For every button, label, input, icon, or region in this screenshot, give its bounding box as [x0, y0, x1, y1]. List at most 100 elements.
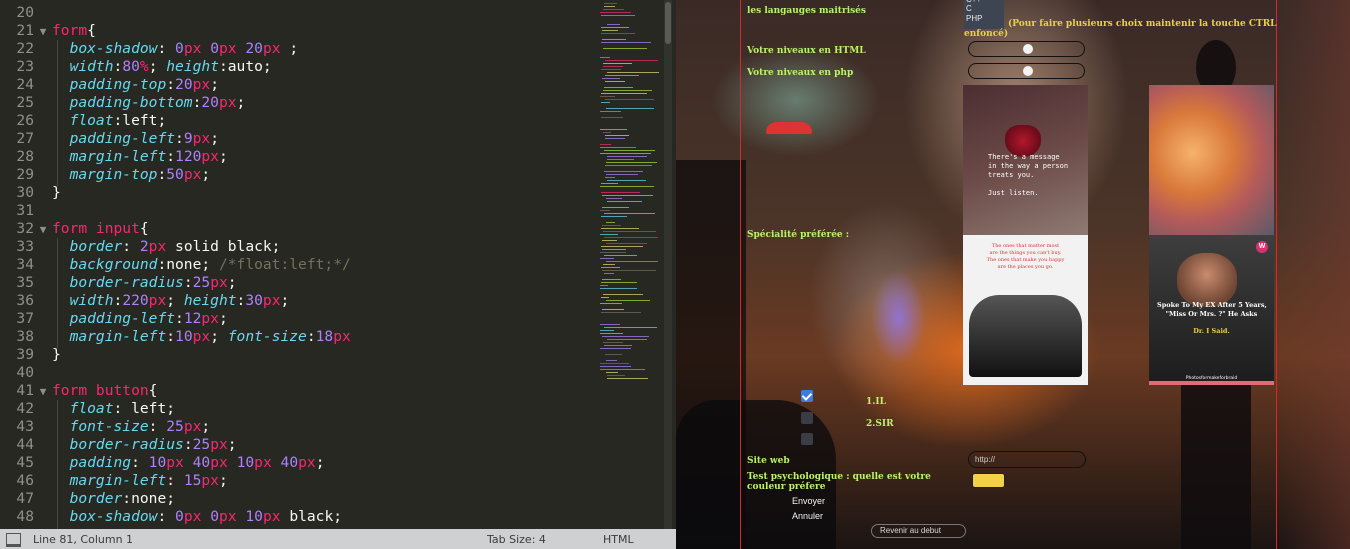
code-line[interactable]: 40 [0, 364, 596, 382]
minimap-line [601, 192, 640, 193]
code-line[interactable]: 33 border: 2px solid black; [0, 238, 596, 256]
code-editor[interactable]: 20 21 ▼ form{22 box-shadow: 0px 0px 20px ; 2… [0, 0, 676, 529]
code-token: px [148, 238, 167, 255]
code-line[interactable]: 35 border-radius:25px; [0, 274, 596, 292]
code-token: margin-left [69, 472, 167, 489]
languages-select[interactable]: C++ C PHP [964, 0, 1004, 29]
code-line[interactable]: 39} [0, 346, 596, 364]
minimap-line [602, 195, 653, 196]
gummy-candy-image[interactable] [1149, 85, 1274, 235]
code-token: 20 [175, 76, 193, 93]
minimap[interactable] [596, 0, 662, 529]
code-token: : left; [113, 400, 176, 417]
code-line[interactable]: 25 padding-bottom:20px; [0, 94, 596, 112]
minimap-line [605, 165, 652, 166]
code-line[interactable]: 38 margin-left:10px; font-size:18px [0, 328, 596, 346]
scrollbar-thumb[interactable] [665, 2, 671, 44]
code-line[interactable]: 21 ▼ form{ [0, 22, 596, 40]
line-number: 24 [16, 76, 34, 93]
fold-arrow-icon[interactable]: ▼ [34, 23, 52, 41]
syntax-indicator[interactable]: HTML [603, 533, 634, 546]
languages-option[interactable]: PHP [964, 14, 1004, 24]
code-token: px [183, 40, 202, 57]
code-token: solid black; [166, 238, 281, 255]
fold-arrow-icon[interactable]: ▼ [34, 221, 52, 239]
code-line[interactable]: 23 width:80%; height:auto; [0, 58, 596, 76]
minimap-line [604, 6, 615, 7]
submit-button[interactable]: Envoyer [792, 496, 825, 506]
code-token: : [148, 418, 167, 435]
code-token: ; [218, 148, 228, 165]
checkbox-third[interactable] [801, 433, 813, 445]
languages-option[interactable]: C [964, 4, 1004, 14]
code-line[interactable]: 31 [0, 202, 596, 220]
panel-toggle-icon[interactable] [6, 533, 21, 547]
code-token: 10 [236, 454, 255, 471]
code-line[interactable]: 26 float:left; [0, 112, 596, 130]
tab-size-indicator[interactable]: Tab Size: 4 [487, 533, 546, 546]
minimap-line [602, 240, 617, 241]
code-line[interactable]: 24 padding-top:20px; [0, 76, 596, 94]
code-line[interactable]: 43 font-size: 25px; [0, 418, 596, 436]
back-to-top-button[interactable]: Revenir au debut [871, 524, 966, 538]
minimap-line [604, 255, 637, 256]
code-line[interactable]: 29 margin-top:50px; [0, 166, 596, 184]
message-image[interactable]: There's a message in the way a person tr… [963, 85, 1088, 235]
minimap-line [607, 156, 647, 157]
code-token: 25 [166, 418, 184, 435]
minimap-line [600, 369, 645, 370]
code-token: px [192, 76, 211, 93]
code-token: ; [166, 292, 184, 309]
color-picker[interactable] [972, 473, 1005, 488]
code-token: px [201, 148, 219, 165]
code-line[interactable]: 41 ▼ form button{ [0, 382, 596, 400]
code-line[interactable]: 22 box-shadow: 0px 0px 20px ; [0, 40, 596, 58]
ex-story-image[interactable]: W Spoke To My EX After 5 Years, "Miss Or… [1149, 235, 1274, 385]
code-token: ; [210, 76, 219, 93]
code-line[interactable]: 36 width:220px; height:30px; [0, 292, 596, 310]
code-line[interactable]: 27 padding-left:9px; [0, 130, 596, 148]
code-token: 18 [315, 328, 334, 345]
minimap-line [606, 372, 618, 373]
code-token: float [69, 400, 114, 417]
code-line[interactable]: 48 box-shadow: 0px 0px 10px black; [0, 508, 596, 526]
code-token: px [166, 454, 184, 471]
line-number: 44 [16, 436, 34, 453]
code-line[interactable]: 46 margin-left: 15px; [0, 472, 596, 490]
code-line[interactable]: 34 background:none; /*float:left;*/ [0, 256, 596, 274]
php-level-slider[interactable] [968, 63, 1085, 79]
line-number: 46 [16, 472, 34, 489]
vertical-scrollbar[interactable] [664, 0, 672, 529]
code-line[interactable]: 32 ▼ form input{ [0, 220, 596, 238]
code-line[interactable]: 37 padding-left:12px; [0, 310, 596, 328]
checkbox-il[interactable] [801, 390, 813, 402]
slider-knob[interactable] [1023, 44, 1033, 54]
code-token: 2 [139, 238, 149, 255]
fold-arrow-icon[interactable]: ▼ [34, 383, 52, 401]
code-line[interactable]: 20 [0, 4, 596, 22]
code-token: padding [69, 454, 132, 471]
code-line[interactable]: 47 border:none; [0, 490, 596, 508]
checkbox-sir-label: 2.SIR [866, 419, 894, 429]
slider-knob[interactable] [1023, 66, 1033, 76]
site-input[interactable]: http:// [968, 451, 1086, 468]
minimap-line [600, 234, 618, 235]
code-line[interactable]: 42 float: left; [0, 400, 596, 418]
minimap-line [601, 183, 618, 184]
code-line[interactable]: 45 padding: 10px 40px 10px 40px; [0, 454, 596, 472]
code-token: px [148, 292, 167, 309]
code-token: 12 [183, 310, 202, 327]
html-level-slider[interactable] [968, 41, 1085, 57]
code-line[interactable]: 30} [0, 184, 596, 202]
minimap-line [604, 327, 657, 328]
friends-quote-image[interactable]: The ones that matter most are the things… [963, 235, 1088, 385]
minimap-line [600, 153, 651, 154]
checkbox-sir[interactable] [801, 412, 813, 424]
cursor-position[interactable]: Line 81, Column 1 [33, 533, 133, 546]
code-token: :auto; [218, 58, 272, 75]
code-line[interactable]: 28 margin-left:120px; [0, 148, 596, 166]
minimap-line [603, 66, 623, 67]
code-line[interactable]: 44 border-radius:25px; [0, 436, 596, 454]
code-area[interactable]: 20 21 ▼ form{22 box-shadow: 0px 0px 20px ; 2… [0, 4, 596, 526]
reset-button[interactable]: Annuler [792, 511, 823, 521]
